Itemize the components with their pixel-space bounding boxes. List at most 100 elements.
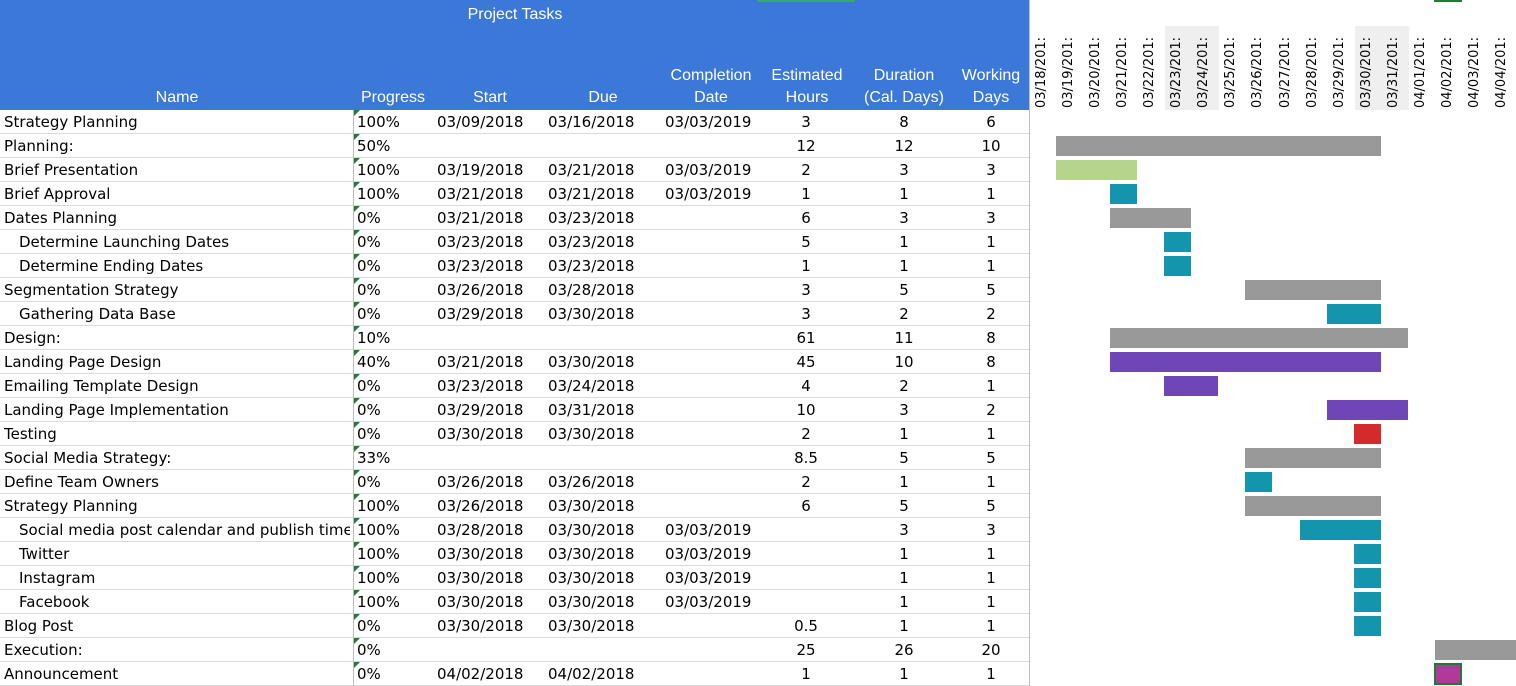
task-working-days[interactable]: 1 (955, 470, 1027, 494)
task-duration[interactable]: 10 (860, 350, 948, 374)
task-progress[interactable]: 0% (353, 206, 433, 230)
task-completion[interactable]: 03/03/2019 (665, 110, 765, 134)
task-name[interactable]: Design: (4, 326, 350, 350)
task-start[interactable]: 03/30/2018 (437, 422, 537, 446)
task-duration[interactable]: 1 (860, 542, 948, 566)
timeline-date[interactable]: 04/03/201: (1463, 26, 1490, 110)
task-progress[interactable]: 10% (353, 326, 433, 350)
task-progress[interactable]: 0% (353, 470, 433, 494)
task-duration[interactable]: 26 (860, 638, 948, 662)
task-name[interactable]: Segmentation Strategy (4, 278, 350, 302)
task-working-days[interactable]: 5 (955, 446, 1027, 470)
task-working-days[interactable]: 1 (955, 182, 1027, 206)
table-row[interactable]: Gathering Data Base 0% 03/29/2018 03/30/201… (0, 302, 1030, 326)
task-estimated-hours[interactable]: 1 (766, 254, 846, 278)
task-name[interactable]: Landing Page Design (4, 350, 350, 374)
task-working-days[interactable]: 20 (955, 638, 1027, 662)
task-estimated-hours[interactable]: 1 (766, 662, 846, 686)
task-due[interactable]: 03/30/2018 (548, 518, 648, 542)
task-estimated-hours[interactable] (766, 590, 846, 614)
task-start[interactable]: 03/30/2018 (437, 542, 537, 566)
task-duration[interactable]: 1 (860, 254, 948, 278)
task-start[interactable]: 03/23/2018 (437, 230, 537, 254)
task-start[interactable]: 03/29/2018 (437, 398, 537, 422)
table-row[interactable]: Planning: 50% 12 12 10 (0, 134, 1030, 158)
col-header-duration[interactable]: Duration (Cal. Days) (856, 65, 952, 110)
task-working-days[interactable]: 1 (955, 374, 1027, 398)
table-row[interactable]: Emailing Template Design 0% 03/23/2018 03/2… (0, 374, 1030, 398)
gantt-bar[interactable] (1326, 400, 1408, 420)
timeline-date[interactable]: 03/27/201: (1274, 26, 1301, 110)
task-duration[interactable]: 2 (860, 374, 948, 398)
task-progress[interactable]: 100% (353, 494, 433, 518)
gantt-bar[interactable] (1245, 280, 1381, 300)
task-completion[interactable] (665, 134, 765, 158)
task-progress[interactable]: 0% (353, 398, 433, 422)
task-completion[interactable] (665, 278, 765, 302)
gantt-bar[interactable] (1110, 208, 1192, 228)
table-row[interactable]: Announcement 0% 04/02/2018 04/02/2018 1 1 1 (0, 662, 1030, 686)
task-estimated-hours[interactable]: 45 (766, 350, 846, 374)
task-due[interactable] (548, 326, 648, 350)
task-completion[interactable] (665, 206, 765, 230)
task-working-days[interactable]: 1 (955, 590, 1027, 614)
task-start[interactable]: 03/23/2018 (437, 374, 537, 398)
task-start[interactable]: 03/30/2018 (437, 590, 537, 614)
task-due[interactable]: 03/23/2018 (548, 230, 648, 254)
task-completion[interactable]: 03/03/2019 (665, 158, 765, 182)
task-name[interactable]: Blog Post (4, 614, 350, 638)
col-header-estimated[interactable]: Estimated Hours (766, 65, 848, 110)
task-estimated-hours[interactable]: 3 (766, 110, 846, 134)
task-progress[interactable]: 0% (353, 662, 433, 686)
task-name[interactable]: Instagram (19, 566, 350, 590)
gantt-bar[interactable] (1110, 184, 1138, 204)
table-row[interactable]: Testing 0% 03/30/2018 03/30/2018 2 1 1 (0, 422, 1030, 446)
task-duration[interactable]: 1 (860, 566, 948, 590)
task-due[interactable]: 03/28/2018 (548, 278, 648, 302)
task-completion[interactable] (665, 326, 765, 350)
task-working-days[interactable]: 2 (955, 302, 1027, 326)
task-completion[interactable] (665, 254, 765, 278)
table-row[interactable]: Define Team Owners 0% 03/26/2018 03/26/2018… (0, 470, 1030, 494)
task-progress[interactable]: 0% (353, 614, 433, 638)
task-completion[interactable] (665, 470, 765, 494)
gantt-bar[interactable] (1353, 424, 1381, 444)
task-due[interactable]: 03/31/2018 (548, 398, 648, 422)
col-header-progress[interactable]: Progress (353, 87, 433, 110)
task-progress[interactable]: 50% (353, 134, 433, 158)
task-progress[interactable]: 0% (353, 278, 433, 302)
task-start[interactable]: 03/26/2018 (437, 494, 537, 518)
task-progress[interactable]: 100% (353, 590, 433, 614)
task-progress[interactable]: 0% (353, 302, 433, 326)
task-start[interactable]: 03/21/2018 (437, 206, 537, 230)
task-due[interactable] (548, 134, 648, 158)
task-name[interactable]: Facebook (19, 590, 350, 614)
task-working-days[interactable]: 3 (955, 158, 1027, 182)
task-name[interactable]: Determine Ending Dates (19, 254, 350, 278)
task-duration[interactable]: 1 (860, 230, 948, 254)
task-name[interactable]: Define Team Owners (4, 470, 350, 494)
task-name[interactable]: Strategy Planning (4, 494, 350, 518)
task-due[interactable]: 03/24/2018 (548, 374, 648, 398)
task-completion[interactable] (665, 494, 765, 518)
timeline-date[interactable]: 03/31/201: (1381, 26, 1409, 110)
task-working-days[interactable]: 2 (955, 398, 1027, 422)
task-estimated-hours[interactable]: 61 (766, 326, 846, 350)
task-start[interactable]: 03/29/2018 (437, 302, 537, 326)
task-due[interactable]: 03/30/2018 (548, 302, 648, 326)
task-name[interactable]: Emailing Template Design (4, 374, 350, 398)
task-estimated-hours[interactable] (766, 518, 846, 542)
task-name[interactable]: Execution: (4, 638, 350, 662)
task-start[interactable]: 04/02/2018 (437, 662, 537, 686)
task-completion[interactable] (665, 638, 765, 662)
gantt-bar[interactable] (1353, 544, 1381, 564)
task-due[interactable]: 03/26/2018 (548, 470, 648, 494)
task-completion[interactable] (665, 350, 765, 374)
gantt-bar[interactable] (1110, 352, 1381, 372)
task-start[interactable]: 03/09/2018 (437, 110, 537, 134)
task-completion[interactable]: 03/03/2019 (665, 590, 765, 614)
task-start[interactable]: 03/21/2018 (437, 182, 537, 206)
task-start[interactable] (437, 446, 537, 470)
task-progress[interactable]: 0% (353, 638, 433, 662)
gantt-bar[interactable] (1353, 616, 1381, 636)
